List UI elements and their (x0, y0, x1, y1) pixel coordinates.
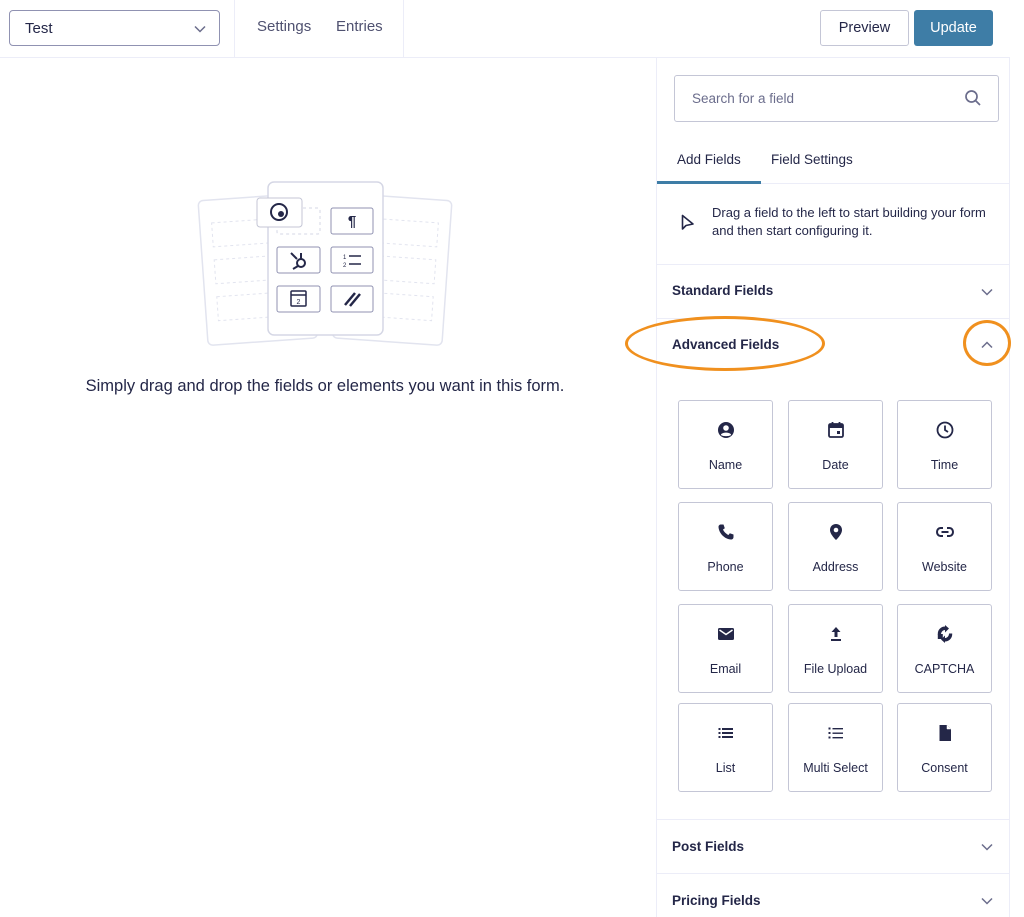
field-tile-consent[interactable]: Consent (897, 703, 992, 792)
divider (234, 0, 235, 58)
sidebar-tabs: Add Fields Field Settings (657, 142, 1010, 184)
field-tile-label: Date (822, 458, 849, 472)
empty-state-message: Simply drag and drop the fields or eleme… (85, 377, 565, 395)
field-tile-list[interactable]: List (678, 703, 773, 792)
section-post-fields[interactable]: Post Fields (657, 820, 1010, 874)
field-tile-date[interactable]: Date (788, 400, 883, 489)
chevron-up-icon[interactable] (980, 338, 994, 352)
tab-field-settings[interactable]: Field Settings (771, 152, 853, 184)
section-title: Post Fields (672, 839, 745, 854)
clock-icon (936, 421, 953, 439)
tab-add-fields[interactable]: Add Fields (657, 152, 761, 184)
nav-settings[interactable]: Settings (257, 18, 311, 35)
phone-icon (718, 524, 733, 540)
section-title: Standard Fields (672, 283, 774, 298)
field-tile-email[interactable]: Email (678, 604, 773, 693)
document-icon (939, 725, 951, 741)
section-title: Pricing Fields (672, 893, 761, 908)
nav-entries[interactable]: Entries (336, 18, 383, 35)
field-tile-label: CAPTCHA (914, 662, 975, 676)
field-sidebar: Add Fields Field Settings Drag a field t… (656, 58, 1010, 917)
field-tile-label: Website (922, 560, 967, 574)
form-selector[interactable]: Test (9, 10, 220, 46)
field-tile-name[interactable]: Name (678, 400, 773, 489)
field-tile-captcha[interactable]: CAPTCHA (897, 604, 992, 693)
top-bar: Test Settings Entries Preview Update (0, 0, 1010, 58)
field-tile-website[interactable]: Website (897, 502, 992, 591)
divider (403, 0, 404, 58)
field-tile-label: File Upload (803, 662, 868, 676)
upload-icon (830, 627, 841, 641)
drag-hint-text: Drag a field to the left to start buildi… (712, 205, 986, 238)
calendar-icon (827, 422, 844, 438)
field-tile-multi-select[interactable]: Multi Select (788, 703, 883, 792)
field-tile-label: Address (812, 560, 859, 574)
field-tile-time[interactable]: Time (897, 400, 992, 489)
search-icon (965, 90, 981, 106)
captcha-icon (937, 625, 952, 643)
chevron-down-icon[interactable] (980, 894, 994, 908)
search-field[interactable] (674, 75, 999, 122)
field-tile-label: Email (709, 662, 742, 676)
multi-select-icon (828, 727, 843, 739)
field-tile-label: Phone (707, 560, 744, 574)
field-tile-label: Time (930, 458, 959, 472)
cursor-icon (681, 214, 694, 230)
field-tile-file-upload[interactable]: File Upload (788, 604, 883, 693)
field-tile-address[interactable]: Address (788, 502, 883, 591)
field-tile-label: Multi Select (803, 761, 868, 775)
form-selector-value: Test (25, 19, 53, 37)
svg-text:2: 2 (297, 299, 301, 306)
section-standard-fields[interactable]: Standard Fields (657, 265, 1010, 319)
field-tile-phone[interactable]: Phone (678, 502, 773, 591)
update-button[interactable]: Update (914, 10, 993, 46)
link-icon (935, 527, 954, 537)
chevron-down-icon (194, 25, 206, 33)
empty-form-illustration: ¶ 1 2 2 (197, 181, 453, 346)
map-pin-icon (829, 524, 842, 540)
svg-text:¶: ¶ (348, 213, 356, 230)
tab-field-settings-label: Field Settings (771, 152, 853, 167)
field-tile-label: List (715, 761, 736, 775)
field-tile-label: Name (708, 458, 743, 472)
user-circle-icon (717, 422, 734, 438)
list-icon (718, 728, 733, 738)
search-input[interactable] (675, 76, 935, 121)
section-pricing-fields[interactable]: Pricing Fields (657, 874, 1010, 917)
tab-add-fields-label: Add Fields (677, 152, 741, 167)
chevron-down-icon[interactable] (980, 285, 994, 299)
drag-hint: Drag a field to the left to start buildi… (657, 184, 1010, 265)
preview-button[interactable]: Preview (820, 10, 909, 46)
envelope-icon (717, 628, 734, 640)
section-title[interactable]: Advanced Fields (672, 337, 779, 352)
field-tile-label: Consent (921, 761, 968, 775)
chevron-down-icon[interactable] (980, 840, 994, 854)
